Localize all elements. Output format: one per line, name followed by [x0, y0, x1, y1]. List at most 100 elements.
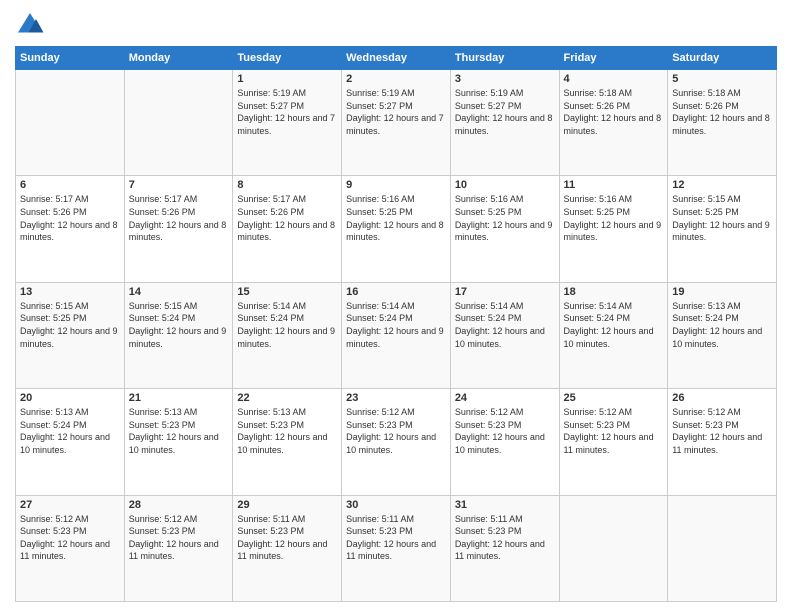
day-cell: 27 Sunrise: 5:12 AMSunset: 5:23 PMDayligh…: [16, 495, 125, 601]
day-number: 18: [564, 286, 664, 298]
day-cell: 24Sunrise: 5:12 AMSunset: 5:23 PMDayligh…: [450, 389, 559, 495]
day-number: 3: [455, 73, 555, 85]
day-cell: 5Sunrise: 5:18 AMSunset: 5:26 PMDaylight…: [668, 70, 777, 176]
day-info: Sunrise: 5:12 AMSunset: 5:23 PMDaylight:…: [346, 406, 446, 456]
page: SundayMondayTuesdayWednesdayThursdayFrid…: [0, 0, 792, 612]
day-cell: 3 Sunrise: 5:19 AMSunset: 5:27 PMDaylight…: [450, 70, 559, 176]
day-cell: 17 Sunrise: 5:14 AMSunset: 5:24 PMDayligh…: [450, 282, 559, 388]
day-number: 21: [129, 392, 229, 404]
day-cell: 28 Sunrise: 5:12 AMSunset: 5:23 PMDayligh…: [124, 495, 233, 601]
day-info: Sunrise: 5:13 AMSunset: 5:23 PMDaylight:…: [237, 406, 337, 456]
week-row-3: 13 Sunrise: 5:15 AMSunset: 5:25 PMDayligh…: [16, 282, 777, 388]
day-info: Sunrise: 5:17 AMSunset: 5:26 PMDaylight:…: [129, 193, 229, 243]
day-number: 2: [346, 73, 446, 85]
day-number: 10: [455, 179, 555, 191]
day-number: 15: [237, 286, 337, 298]
day-info: Sunrise: 5:12 AMSunset: 5:23 PMDaylight:…: [672, 406, 772, 456]
col-header-tuesday: Tuesday: [233, 47, 342, 70]
day-info: Sunrise: 5:16 AMSunset: 5:25 PMDaylight:…: [564, 193, 664, 243]
day-cell: 4 Sunrise: 5:18 AMSunset: 5:26 PMDaylight…: [559, 70, 668, 176]
day-info: Sunrise: 5:14 AMSunset: 5:24 PMDaylight:…: [237, 300, 337, 350]
day-number: 20: [20, 392, 120, 404]
header: [15, 10, 777, 40]
day-number: 16: [346, 286, 446, 298]
day-info: Sunrise: 5:14 AMSunset: 5:24 PMDaylight:…: [455, 300, 555, 350]
day-number: 19: [672, 286, 772, 298]
day-number: 4: [564, 73, 664, 85]
day-number: 12: [672, 179, 772, 191]
day-number: 30: [346, 499, 446, 511]
day-number: 23: [346, 392, 446, 404]
day-info: Sunrise: 5:12 AMSunset: 5:23 PMDaylight:…: [20, 513, 120, 563]
col-header-friday: Friday: [559, 47, 668, 70]
day-number: 28: [129, 499, 229, 511]
day-cell: 7 Sunrise: 5:17 AMSunset: 5:26 PMDaylight…: [124, 176, 233, 282]
day-cell: 30 Sunrise: 5:11 AMSunset: 5:23 PMDayligh…: [342, 495, 451, 601]
day-cell: 22 Sunrise: 5:13 AMSunset: 5:23 PMDayligh…: [233, 389, 342, 495]
day-info: Sunrise: 5:19 AMSunset: 5:27 PMDaylight:…: [455, 87, 555, 137]
day-cell: 29 Sunrise: 5:11 AMSunset: 5:23 PMDayligh…: [233, 495, 342, 601]
day-number: 13: [20, 286, 120, 298]
day-info: Sunrise: 5:11 AMSunset: 5:23 PMDaylight:…: [346, 513, 446, 563]
day-number: 24: [455, 392, 555, 404]
day-cell: 13 Sunrise: 5:15 AMSunset: 5:25 PMDayligh…: [16, 282, 125, 388]
week-row-1: 1 Sunrise: 5:19 AMSunset: 5:27 PMDaylight…: [16, 70, 777, 176]
day-cell: 20 Sunrise: 5:13 AMSunset: 5:24 PMDayligh…: [16, 389, 125, 495]
day-info: Sunrise: 5:15 AMSunset: 5:25 PMDaylight:…: [20, 300, 120, 350]
week-row-5: 27 Sunrise: 5:12 AMSunset: 5:23 PMDayligh…: [16, 495, 777, 601]
day-info: Sunrise: 5:15 AMSunset: 5:25 PMDaylight:…: [672, 193, 772, 243]
day-info: Sunrise: 5:13 AMSunset: 5:24 PMDaylight:…: [672, 300, 772, 350]
col-header-sunday: Sunday: [16, 47, 125, 70]
day-cell: 19 Sunrise: 5:13 AMSunset: 5:24 PMDayligh…: [668, 282, 777, 388]
day-cell: 10 Sunrise: 5:16 AMSunset: 5:25 PMDayligh…: [450, 176, 559, 282]
day-cell: 6 Sunrise: 5:17 AMSunset: 5:26 PMDaylight…: [16, 176, 125, 282]
day-info: Sunrise: 5:16 AMSunset: 5:25 PMDaylight:…: [346, 193, 446, 243]
day-number: 1: [237, 73, 337, 85]
day-cell: 21 Sunrise: 5:13 AMSunset: 5:23 PMDayligh…: [124, 389, 233, 495]
col-header-wednesday: Wednesday: [342, 47, 451, 70]
day-number: 27: [20, 499, 120, 511]
day-cell: [559, 495, 668, 601]
day-number: 29: [237, 499, 337, 511]
day-number: 17: [455, 286, 555, 298]
day-number: 8: [237, 179, 337, 191]
day-cell: 2 Sunrise: 5:19 AMSunset: 5:27 PMDaylight…: [342, 70, 451, 176]
day-info: Sunrise: 5:17 AMSunset: 5:26 PMDaylight:…: [20, 193, 120, 243]
day-cell: [668, 495, 777, 601]
day-number: 14: [129, 286, 229, 298]
day-number: 7: [129, 179, 229, 191]
day-cell: 11Sunrise: 5:16 AMSunset: 5:25 PMDayligh…: [559, 176, 668, 282]
col-header-saturday: Saturday: [668, 47, 777, 70]
day-info: Sunrise: 5:14 AMSunset: 5:24 PMDaylight:…: [346, 300, 446, 350]
day-cell: 9Sunrise: 5:16 AMSunset: 5:25 PMDaylight…: [342, 176, 451, 282]
day-number: 26: [672, 392, 772, 404]
day-info: Sunrise: 5:18 AMSunset: 5:26 PMDaylight:…: [672, 87, 772, 137]
day-cell: 26 Sunrise: 5:12 AMSunset: 5:23 PMDayligh…: [668, 389, 777, 495]
col-header-thursday: Thursday: [450, 47, 559, 70]
day-number: 31: [455, 499, 555, 511]
logo-icon: [15, 10, 45, 40]
day-number: 22: [237, 392, 337, 404]
day-cell: 23 Sunrise: 5:12 AMSunset: 5:23 PMDayligh…: [342, 389, 451, 495]
calendar-table: SundayMondayTuesdayWednesdayThursdayFrid…: [15, 46, 777, 602]
day-cell: 18 Sunrise: 5:14 AMSunset: 5:24 PMDayligh…: [559, 282, 668, 388]
day-number: 6: [20, 179, 120, 191]
day-info: Sunrise: 5:15 AMSunset: 5:24 PMDaylight:…: [129, 300, 229, 350]
day-info: Sunrise: 5:13 AMSunset: 5:23 PMDaylight:…: [129, 406, 229, 456]
day-info: Sunrise: 5:13 AMSunset: 5:24 PMDaylight:…: [20, 406, 120, 456]
day-cell: 12 Sunrise: 5:15 AMSunset: 5:25 PMDayligh…: [668, 176, 777, 282]
day-info: Sunrise: 5:19 AMSunset: 5:27 PMDaylight:…: [346, 87, 446, 137]
col-header-monday: Monday: [124, 47, 233, 70]
week-row-2: 6 Sunrise: 5:17 AMSunset: 5:26 PMDaylight…: [16, 176, 777, 282]
day-info: Sunrise: 5:11 AMSunset: 5:23 PMDaylight:…: [237, 513, 337, 563]
header-row: SundayMondayTuesdayWednesdayThursdayFrid…: [16, 47, 777, 70]
day-info: Sunrise: 5:12 AMSunset: 5:23 PMDaylight:…: [129, 513, 229, 563]
week-row-4: 20 Sunrise: 5:13 AMSunset: 5:24 PMDayligh…: [16, 389, 777, 495]
day-info: Sunrise: 5:14 AMSunset: 5:24 PMDaylight:…: [564, 300, 664, 350]
day-cell: 8Sunrise: 5:17 AMSunset: 5:26 PMDaylight…: [233, 176, 342, 282]
day-info: Sunrise: 5:18 AMSunset: 5:26 PMDaylight:…: [564, 87, 664, 137]
day-info: Sunrise: 5:16 AMSunset: 5:25 PMDaylight:…: [455, 193, 555, 243]
day-cell: 15 Sunrise: 5:14 AMSunset: 5:24 PMDayligh…: [233, 282, 342, 388]
day-cell: 31Sunrise: 5:11 AMSunset: 5:23 PMDayligh…: [450, 495, 559, 601]
logo: [15, 10, 49, 40]
